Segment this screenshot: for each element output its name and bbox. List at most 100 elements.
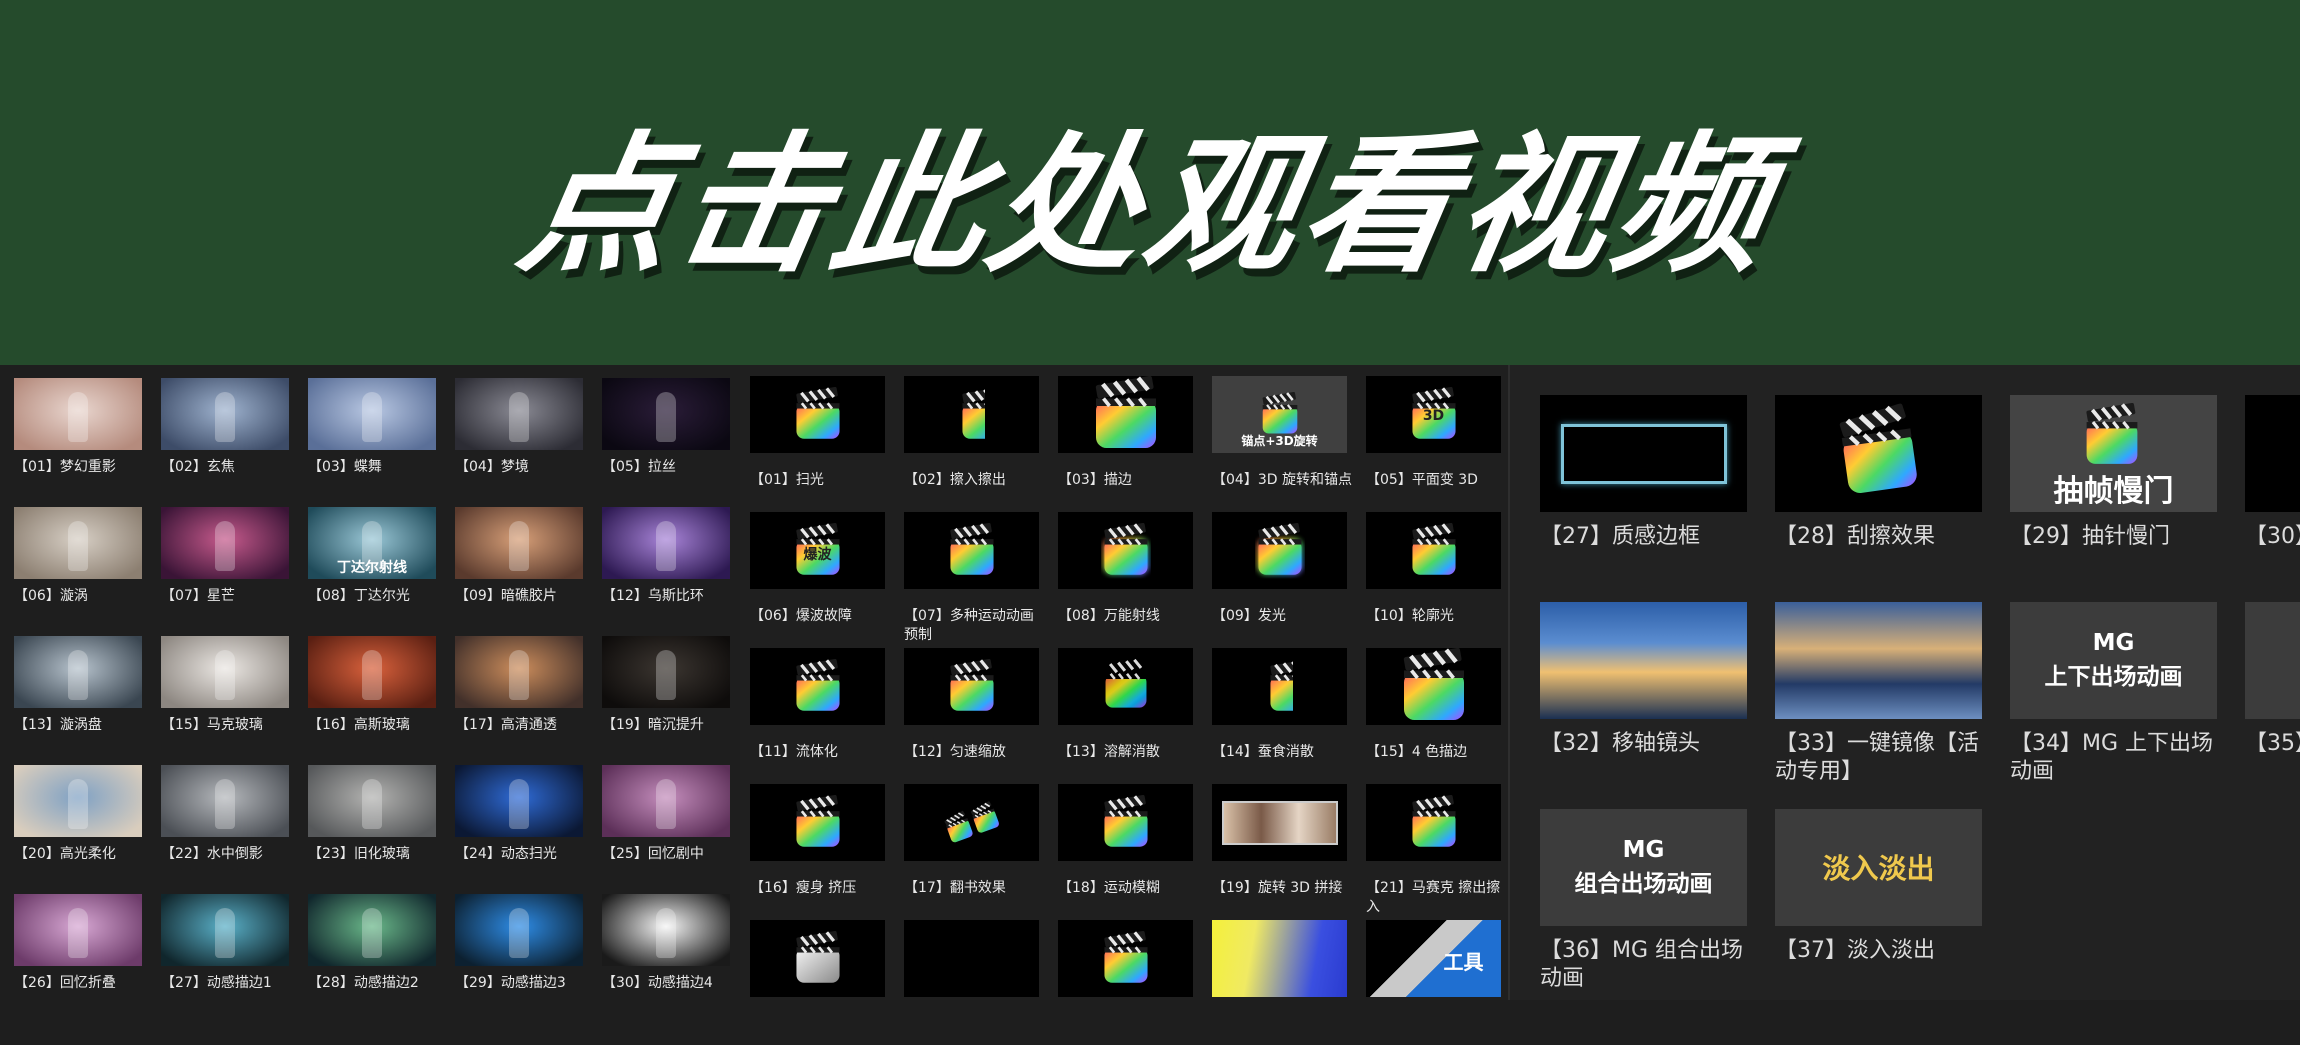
effect-item[interactable]: 【15】4 色描边 — [1366, 648, 1501, 773]
preset-thumbnail[interactable] — [308, 765, 436, 837]
effect-thumbnail[interactable] — [1212, 920, 1347, 997]
effect-thumbnail[interactable]: 锚点+3D旋转 — [1212, 376, 1347, 453]
title-thumbnail[interactable]: 淡入淡出 — [1775, 809, 1982, 926]
preset-thumbnail[interactable] — [602, 765, 730, 837]
preset-thumbnail[interactable] — [455, 507, 583, 579]
preset-thumbnail[interactable] — [161, 765, 289, 837]
preset-item[interactable]: 【26】回忆折叠 — [14, 894, 142, 1004]
preset-thumbnail[interactable] — [14, 378, 142, 450]
effect-item[interactable]: 【11】流体化 — [750, 648, 885, 773]
effect-item[interactable]: 【19】旋转 3D 拼接 — [1212, 784, 1347, 909]
title-thumbnail[interactable] — [1540, 395, 1747, 512]
preset-item[interactable]: 【20】高光柔化 — [14, 765, 142, 875]
preset-item[interactable]: 【03】蝶舞 — [308, 378, 436, 488]
preset-item[interactable]: 【17】高清通透 — [455, 636, 583, 746]
effect-item[interactable] — [750, 920, 885, 1045]
title-thumbnail[interactable] — [2245, 395, 2300, 512]
banner-title[interactable]: 点击此处观看视频 — [507, 84, 1793, 301]
preset-thumbnail[interactable] — [14, 507, 142, 579]
title-thumbnail[interactable]: 左右 — [2245, 602, 2300, 719]
preset-thumbnail[interactable] — [602, 636, 730, 708]
effect-thumbnail[interactable] — [1212, 512, 1347, 589]
preset-item[interactable]: 丁达尔射线 【08】丁达尔光 — [308, 507, 436, 617]
title-thumbnail[interactable]: MG 组合出场动画 — [1540, 809, 1747, 926]
preset-thumbnail[interactable] — [602, 378, 730, 450]
effect-thumbnail[interactable] — [1058, 920, 1193, 997]
video-banner[interactable]: 点击此处观看视频 — [0, 0, 2300, 365]
effect-thumbnail[interactable] — [1212, 648, 1347, 725]
effect-item[interactable]: 【21】马赛克 擦出擦入 — [1366, 784, 1501, 915]
preset-item[interactable]: 【30】动感描边4 — [602, 894, 730, 1004]
preset-thumbnail[interactable] — [308, 636, 436, 708]
effect-thumbnail[interactable] — [1058, 376, 1193, 453]
title-item[interactable]: 【30】 — [2245, 395, 2300, 585]
effect-item[interactable]: 【13】溶解消散 — [1058, 648, 1193, 773]
preset-thumbnail[interactable] — [308, 894, 436, 966]
preset-thumbnail[interactable] — [161, 507, 289, 579]
effect-item[interactable]: 【01】扫光 — [750, 376, 885, 501]
effect-item[interactable] — [1058, 920, 1193, 1045]
effect-thumbnail[interactable] — [1366, 784, 1501, 861]
effect-thumbnail[interactable]: 3D — [1366, 376, 1501, 453]
preset-item[interactable]: 【28】动感描边2 — [308, 894, 436, 1004]
title-item[interactable]: 【33】一键镜像【活动专用】 — [1775, 602, 1982, 792]
preset-item[interactable]: 【12】乌斯比环 — [602, 507, 730, 617]
title-thumbnail[interactable]: 抽帧慢门 — [2010, 395, 2217, 512]
effect-thumbnail[interactable] — [1366, 648, 1501, 725]
effect-thumbnail[interactable]: 爆波 — [750, 512, 885, 589]
preset-thumbnail[interactable] — [308, 378, 436, 450]
preset-item[interactable]: 【15】马克玻璃 — [161, 636, 289, 746]
effect-thumbnail[interactable] — [1058, 648, 1193, 725]
effect-thumbnail[interactable] — [750, 920, 885, 997]
preset-item[interactable]: 【16】高斯玻璃 — [308, 636, 436, 746]
preset-item[interactable]: 【01】梦幻重影 — [14, 378, 142, 488]
preset-item[interactable]: 【22】水中倒影 — [161, 765, 289, 875]
effect-thumbnail[interactable] — [904, 512, 1039, 589]
effect-item[interactable]: 【16】瘦身 挤压 — [750, 784, 885, 909]
effect-item[interactable]: 【07】多种运动动画预制 — [904, 512, 1039, 643]
preset-thumbnail[interactable] — [602, 894, 730, 966]
preset-thumbnail[interactable]: 丁达尔射线 — [308, 507, 436, 579]
title-item[interactable]: 【27】质感边框 — [1540, 395, 1747, 585]
title-item[interactable]: 抽帧慢门 【29】抽针慢门 — [2010, 395, 2217, 585]
effect-item[interactable]: 3D 【05】平面变 3D — [1366, 376, 1501, 501]
effect-thumbnail[interactable] — [750, 376, 885, 453]
title-item[interactable]: 淡入淡出 【37】淡入淡出 — [1775, 809, 1982, 999]
preset-thumbnail[interactable] — [161, 636, 289, 708]
effect-item[interactable]: 【08】万能射线 — [1058, 512, 1193, 637]
effect-thumbnail[interactable]: 工具 — [1366, 920, 1501, 997]
effect-thumbnail[interactable] — [1058, 512, 1193, 589]
effect-item[interactable]: 【18】运动模糊 — [1058, 784, 1193, 909]
preset-item[interactable]: 【06】漩涡 — [14, 507, 142, 617]
effect-item[interactable]: 【14】蚕食消散 — [1212, 648, 1347, 773]
title-item[interactable]: 【28】刮擦效果 — [1775, 395, 1982, 585]
preset-thumbnail[interactable] — [455, 636, 583, 708]
preset-item[interactable]: 【05】拉丝 — [602, 378, 730, 488]
preset-item[interactable]: 【07】星芒 — [161, 507, 289, 617]
effect-thumbnail[interactable] — [1366, 512, 1501, 589]
preset-item[interactable]: 【25】回忆剧中 — [602, 765, 730, 875]
preset-thumbnail[interactable] — [14, 636, 142, 708]
preset-thumbnail[interactable] — [14, 894, 142, 966]
preset-thumbnail[interactable] — [455, 765, 583, 837]
preset-item[interactable]: 【23】旧化玻璃 — [308, 765, 436, 875]
title-item[interactable]: MG 组合出场动画 【36】MG 组合出场动画 — [1540, 809, 1747, 999]
effect-item[interactable]: 【10】轮廓光 — [1366, 512, 1501, 637]
title-item[interactable]: 【32】移轴镜头 — [1540, 602, 1747, 792]
preset-thumbnail[interactable] — [161, 894, 289, 966]
title-item[interactable]: MG 上下出场动画 【34】MG 上下出场动画 — [2010, 602, 2217, 792]
effect-thumbnail[interactable] — [1058, 784, 1193, 861]
title-item[interactable]: 左右【35】动画 — [2245, 602, 2300, 792]
preset-item[interactable]: 【04】梦境 — [455, 378, 583, 488]
title-thumbnail[interactable] — [1775, 602, 1982, 719]
effect-item[interactable]: 【12】匀速缩放 — [904, 648, 1039, 773]
effect-thumbnail[interactable] — [750, 784, 885, 861]
preset-item[interactable]: 【09】暗礁胶片 — [455, 507, 583, 617]
effect-thumbnail[interactable] — [904, 376, 1039, 453]
preset-thumbnail[interactable] — [602, 507, 730, 579]
effect-thumbnail[interactable] — [1212, 784, 1347, 861]
effect-thumbnail[interactable] — [750, 648, 885, 725]
effect-thumbnail[interactable] — [904, 920, 1039, 997]
preset-thumbnail[interactable] — [14, 765, 142, 837]
effect-item[interactable] — [1212, 920, 1347, 1045]
